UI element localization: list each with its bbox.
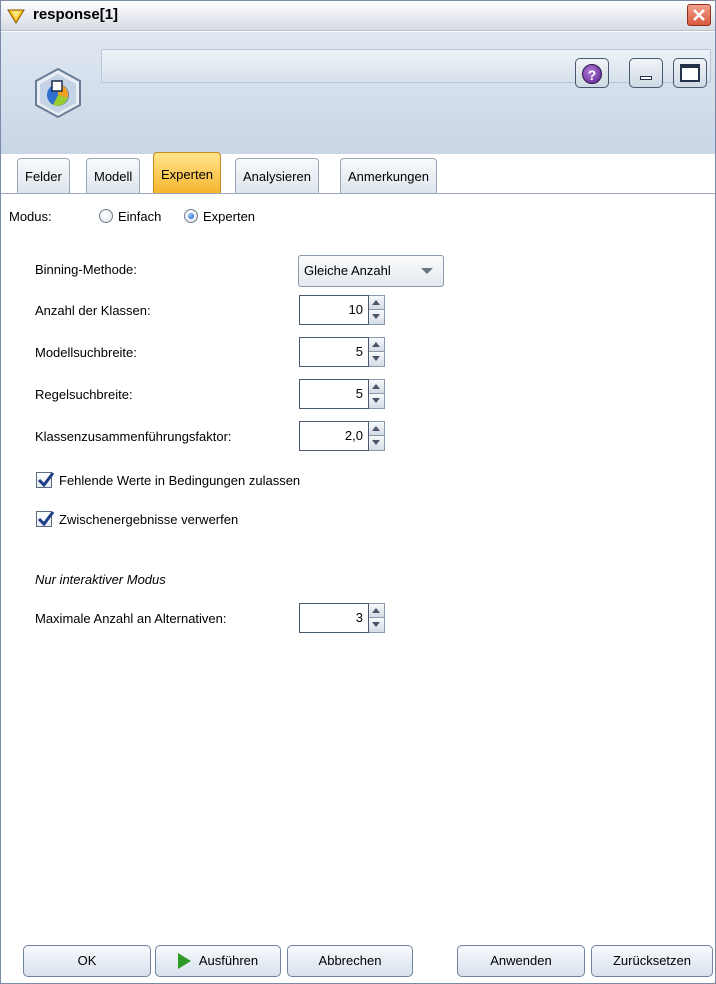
tab-felder[interactable]: Felder xyxy=(17,158,70,193)
reset-button[interactable]: Zurücksetzen xyxy=(591,945,713,977)
rule-search-width-input[interactable]: 5 xyxy=(299,379,369,409)
model-search-width-label: Modellsuchbreite: xyxy=(35,345,137,360)
maximize-button[interactable] xyxy=(673,58,707,88)
help-icon: ? xyxy=(582,64,602,84)
cancel-button[interactable]: Abbrechen xyxy=(287,945,413,977)
increment-icon[interactable] xyxy=(369,380,384,394)
mode-radio-experten-label[interactable]: Experten xyxy=(203,209,255,224)
class-merge-factor-label: Klassenzusammenführungsfaktor: xyxy=(35,429,232,444)
discard-intermediate-label[interactable]: Zwischenergebnisse verwerfen xyxy=(59,512,238,527)
apply-button[interactable]: Anwenden xyxy=(457,945,585,977)
increment-icon[interactable] xyxy=(369,604,384,618)
decrement-icon[interactable] xyxy=(369,394,384,408)
checkmark-icon xyxy=(37,511,55,527)
mode-label: Modus: xyxy=(9,209,52,224)
checkmark-icon xyxy=(37,472,55,488)
help-button[interactable]: ? xyxy=(575,58,609,88)
binning-method-select[interactable]: Gleiche Anzahl xyxy=(298,255,444,287)
run-button-label: Ausführen xyxy=(198,953,259,968)
minimize-button[interactable] xyxy=(629,58,663,88)
tab-anmerkungen[interactable]: Anmerkungen xyxy=(340,158,437,193)
dialog-header: ? xyxy=(1,32,715,154)
tab-experten[interactable]: Experten xyxy=(153,152,222,194)
dialog-footer: OK Ausführen Abbrechen Anwenden Zurückse… xyxy=(1,935,715,983)
decrement-icon[interactable] xyxy=(369,310,384,324)
max-alternatives-spinner[interactable]: 3 xyxy=(299,603,385,633)
decrement-icon[interactable] xyxy=(369,352,384,366)
rule-search-width-label: Regelsuchbreite: xyxy=(35,387,133,402)
mode-radio-experten[interactable] xyxy=(184,209,198,223)
class-merge-factor-stepper[interactable] xyxy=(369,421,385,451)
node-type-icon xyxy=(35,67,81,119)
decrement-icon[interactable] xyxy=(369,436,384,450)
decrement-icon[interactable] xyxy=(369,618,384,632)
num-classes-stepper[interactable] xyxy=(369,295,385,325)
max-alternatives-label: Maximale Anzahl an Alternativen: xyxy=(35,611,227,626)
increment-icon[interactable] xyxy=(369,296,384,310)
num-classes-label: Anzahl der Klassen: xyxy=(35,303,151,318)
header-strip xyxy=(101,49,711,83)
cancel-button-label: Abbrechen xyxy=(318,953,382,968)
model-search-width-spinner[interactable]: 5 xyxy=(299,337,385,367)
increment-icon[interactable] xyxy=(369,338,384,352)
model-search-width-stepper[interactable] xyxy=(369,337,385,367)
interactive-section-title: Nur interaktiver Modus xyxy=(35,572,166,587)
close-icon xyxy=(693,9,705,21)
ok-button[interactable]: OK xyxy=(23,945,151,977)
maximize-icon xyxy=(680,64,700,82)
model-nugget-icon xyxy=(7,9,25,24)
num-classes-spinner[interactable]: 10 xyxy=(299,295,385,325)
max-alternatives-stepper[interactable] xyxy=(369,603,385,633)
reset-button-label: Zurücksetzen xyxy=(612,953,692,968)
num-classes-input[interactable]: 10 xyxy=(299,295,369,325)
rule-search-width-stepper[interactable] xyxy=(369,379,385,409)
increment-icon[interactable] xyxy=(369,422,384,436)
experten-panel: Modus: Einfach Experten Binning-Methode:… xyxy=(1,194,715,934)
close-button[interactable] xyxy=(687,4,711,26)
dialog-window: response[1] ? Felder Modell Experten Ana… xyxy=(0,0,716,984)
window-title: response[1] xyxy=(33,6,119,23)
allow-missing-label[interactable]: Fehlende Werte in Bedingungen zulassen xyxy=(59,473,300,488)
discard-intermediate-checkbox[interactable] xyxy=(36,511,55,527)
tab-modell[interactable]: Modell xyxy=(86,158,141,193)
binning-method-value: Gleiche Anzahl xyxy=(304,263,391,278)
allow-missing-checkbox[interactable] xyxy=(36,472,55,488)
apply-button-label: Anwenden xyxy=(490,953,552,968)
mode-radio-einfach[interactable] xyxy=(99,209,113,223)
class-merge-factor-input[interactable]: 2,0 xyxy=(299,421,369,451)
title-bar[interactable]: response[1] xyxy=(1,1,715,31)
play-icon xyxy=(177,952,191,969)
run-button[interactable]: Ausführen xyxy=(155,945,281,977)
class-merge-factor-spinner[interactable]: 2,0 xyxy=(299,421,385,451)
max-alternatives-input[interactable]: 3 xyxy=(299,603,369,633)
tab-analysieren[interactable]: Analysieren xyxy=(235,158,319,193)
minimize-icon xyxy=(640,76,652,80)
model-search-width-input[interactable]: 5 xyxy=(299,337,369,367)
ok-button-label: OK xyxy=(77,953,97,968)
rule-search-width-spinner[interactable]: 5 xyxy=(299,379,385,409)
binning-method-label: Binning-Methode: xyxy=(35,262,137,277)
mode-radio-einfach-label[interactable]: Einfach xyxy=(118,209,161,224)
chevron-down-icon xyxy=(421,268,433,274)
